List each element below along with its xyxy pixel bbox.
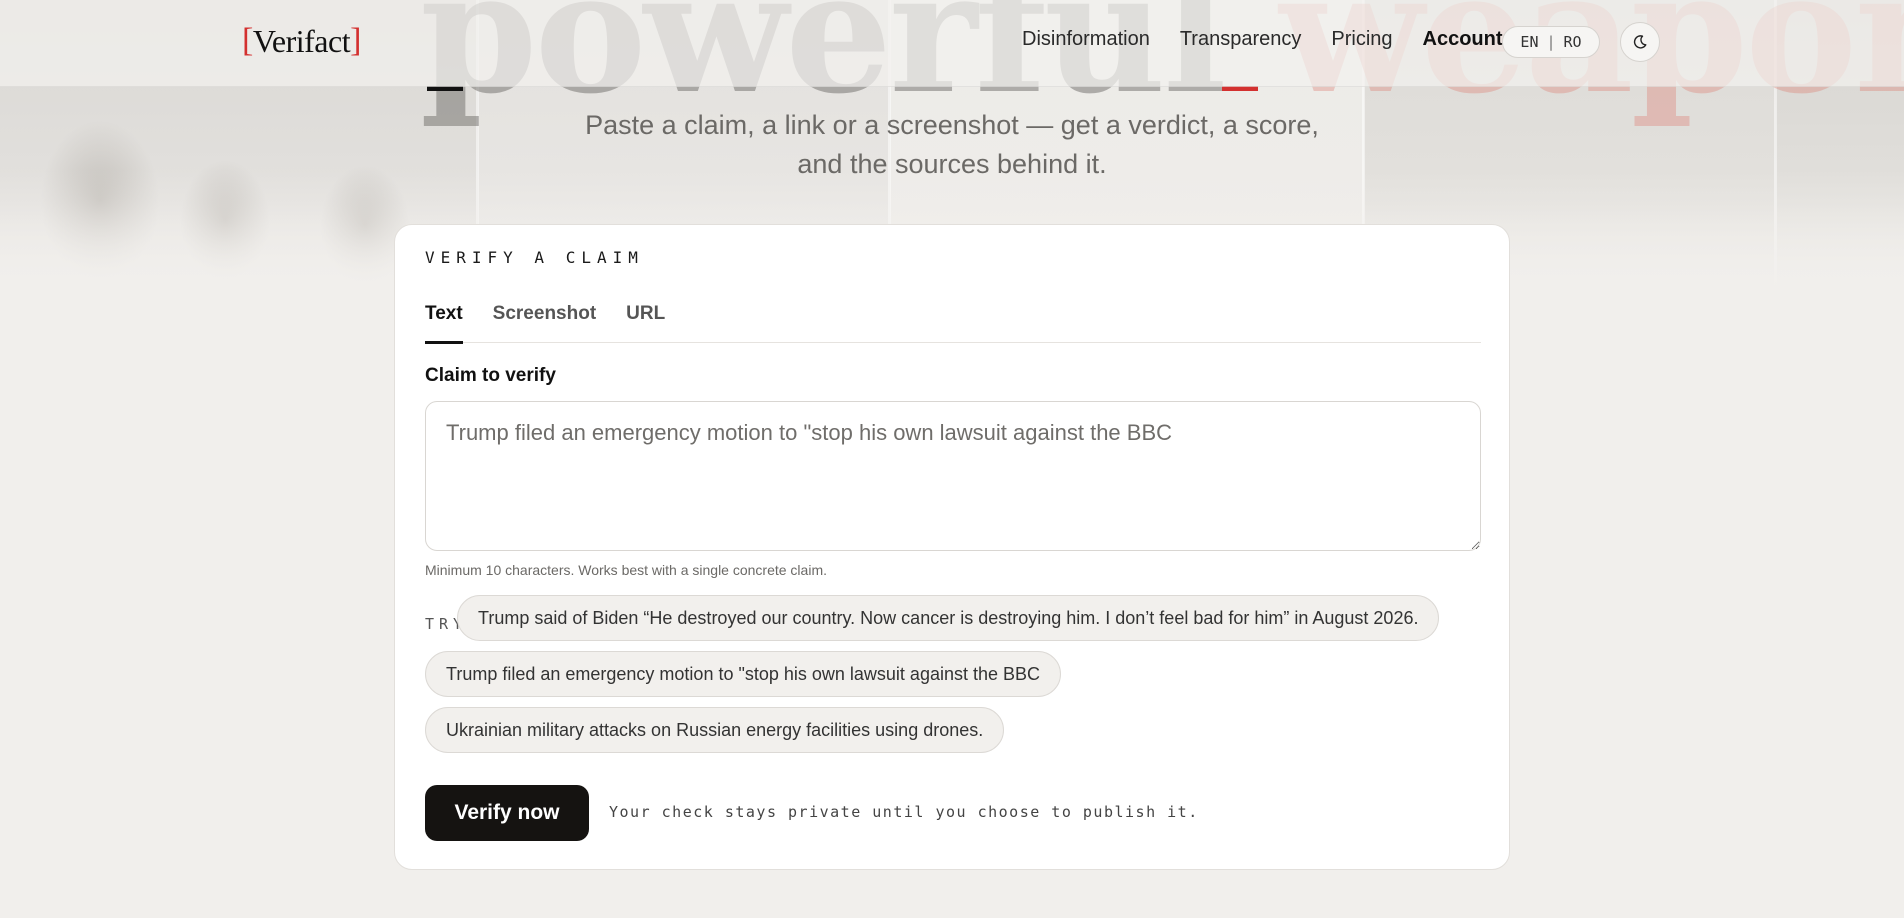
logo-text: Verifact	[252, 22, 351, 59]
card-title: VERIFY A CLAIM	[425, 248, 644, 267]
tab-screenshot[interactable]: Screenshot	[493, 301, 596, 343]
logo[interactable]: [ Verifact ]	[242, 22, 361, 60]
verify-claim-card: VERIFY A CLAIM Text Screenshot URL Claim…	[394, 224, 1510, 870]
tab-text[interactable]: Text	[425, 301, 463, 344]
suggestion-chip[interactable]: Trump said of Biden “He destroyed our co…	[457, 595, 1440, 641]
main-nav: Disinformation Transparency Pricing Acco…	[1022, 28, 1503, 51]
nav-pricing[interactable]: Pricing	[1331, 28, 1392, 51]
privacy-note: Your check stays private until you choos…	[609, 803, 1199, 821]
site-header: [ Verifact ] Disinformation Transparency…	[0, 0, 1904, 87]
nav-account[interactable]: Account	[1423, 28, 1503, 51]
lang-en[interactable]: EN	[1520, 33, 1538, 51]
suggestion-chip[interactable]: Trump filed an emergency motion to "stop…	[425, 651, 1062, 697]
tab-url[interactable]: URL	[626, 301, 665, 343]
hero-subtitle-line: Paste a claim, a link or a screenshot — …	[585, 110, 1319, 140]
claim-field-label: Claim to verify	[425, 365, 556, 386]
moon-icon	[1633, 35, 1647, 49]
verify-now-button[interactable]: Verify now	[425, 785, 589, 841]
suggestion-chip[interactable]: Ukrainian military attacks on Russian en…	[425, 707, 1005, 753]
nav-transparency[interactable]: Transparency	[1180, 28, 1302, 51]
hero-subtitle-line: and the sources behind it.	[797, 149, 1107, 179]
logo-bracket-icon: ]	[350, 22, 361, 59]
nav-disinformation[interactable]: Disinformation	[1022, 28, 1150, 51]
claim-hint: Minimum 10 characters. Works best with a…	[425, 562, 827, 578]
language-switcher: EN | RO	[1502, 26, 1600, 58]
input-mode-tabs: Text Screenshot URL	[425, 301, 1481, 344]
hero-subtitle: Paste a claim, a link or a screenshot — …	[0, 106, 1904, 184]
theme-toggle-button[interactable]	[1620, 22, 1660, 62]
lang-separator: |	[1546, 33, 1556, 51]
lang-ro[interactable]: RO	[1564, 33, 1582, 51]
claim-input[interactable]	[425, 401, 1481, 551]
logo-bracket-icon: [	[242, 22, 253, 59]
